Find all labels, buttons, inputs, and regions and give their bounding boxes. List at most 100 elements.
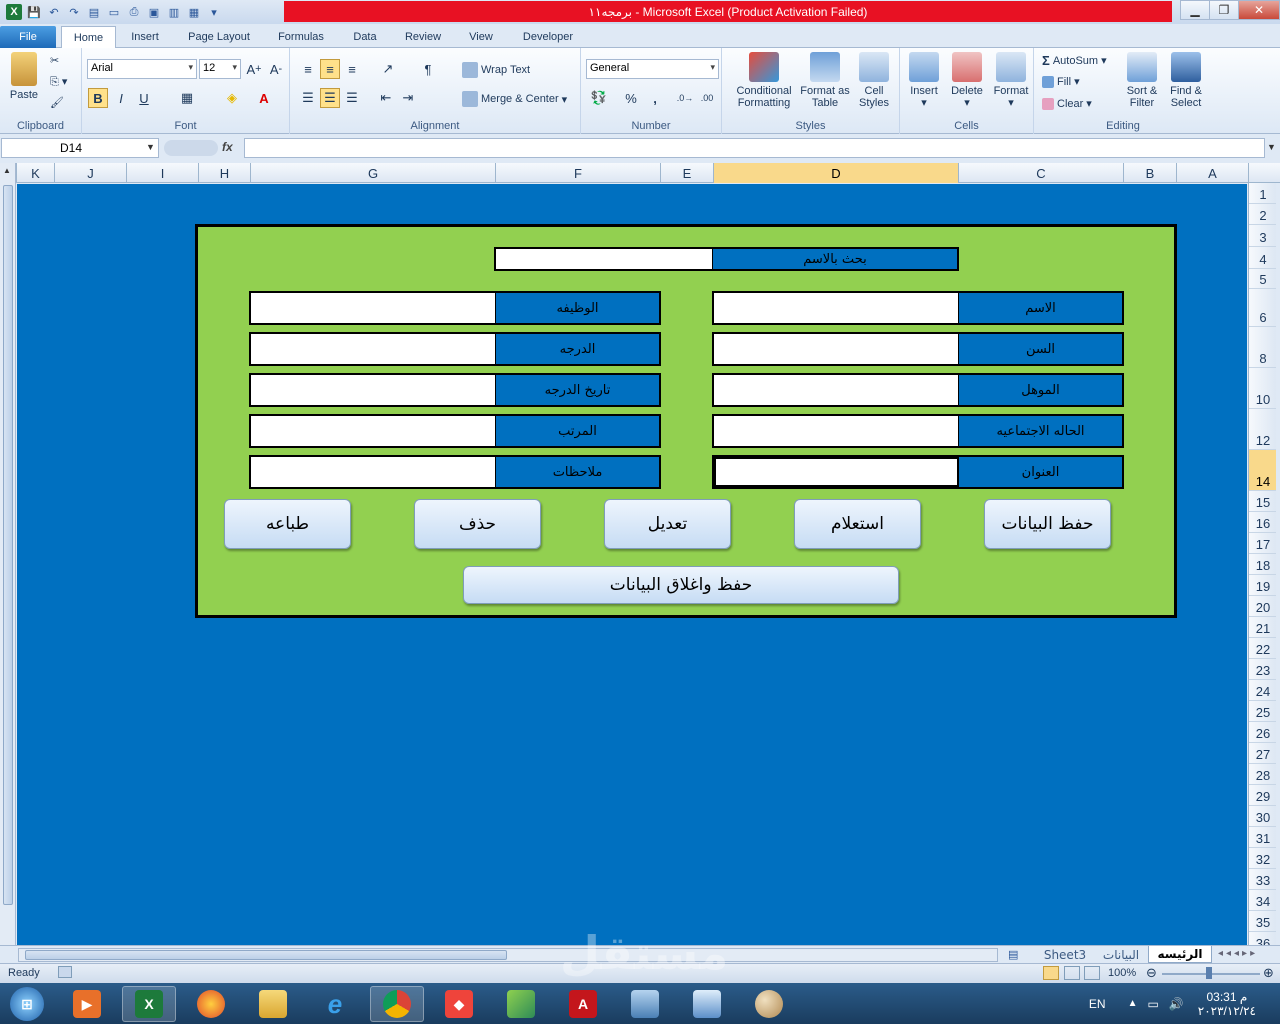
delete-button[interactable]: حذف — [414, 499, 541, 549]
row-header[interactable]: 19 — [1249, 575, 1276, 596]
taskbar-excel[interactable]: X — [122, 986, 176, 1022]
chart-icon[interactable]: ▥ — [166, 4, 182, 20]
align-center-icon[interactable]: ☰ — [320, 88, 340, 108]
row-header[interactable]: 20 — [1249, 596, 1276, 617]
zoom-slider-thumb[interactable] — [1206, 967, 1212, 979]
row-header[interactable]: 18 — [1249, 554, 1276, 575]
horizontal-scroll-thumb[interactable] — [25, 950, 507, 960]
row-header[interactable]: 25 — [1249, 701, 1276, 722]
shrink-font-icon[interactable]: A- — [266, 59, 286, 79]
notes-input[interactable] — [251, 457, 496, 487]
format-as-table-button[interactable]: Format as Table — [800, 52, 850, 109]
search-input[interactable] — [496, 249, 713, 269]
page-layout-view-icon[interactable] — [1064, 966, 1080, 980]
delete-cells-button[interactable]: Delete ▾ — [946, 52, 988, 109]
clock[interactable]: 03:31 م ٢٠٢٣/١٢/٢٤ — [1198, 990, 1256, 1018]
row-header[interactable]: 32 — [1249, 848, 1276, 869]
sheet-tab-data[interactable]: البيانات — [1094, 946, 1148, 963]
align-right-icon[interactable]: ☰ — [342, 88, 362, 108]
row-header[interactable]: 16 — [1249, 512, 1276, 533]
row-header[interactable]: 30 — [1249, 806, 1276, 827]
row-header[interactable]: 15 — [1249, 491, 1276, 512]
tab-insert[interactable]: Insert — [122, 26, 168, 48]
comma-button[interactable]: , — [645, 88, 665, 108]
column-header[interactable]: C — [958, 163, 1123, 183]
taskbar-puzzle-app[interactable] — [494, 986, 548, 1022]
underline-button[interactable]: U — [134, 88, 154, 108]
format-painter-icon[interactable]: 🖌 — [50, 96, 64, 109]
redo-icon[interactable]: ↷ — [66, 4, 82, 20]
row-header[interactable]: 31 — [1249, 827, 1276, 848]
row-header[interactable]: 23 — [1249, 659, 1276, 680]
clear-button[interactable]: Clear ▾ — [1042, 97, 1092, 110]
sheet-tab-main[interactable]: الرئيسه — [1148, 946, 1212, 963]
italic-button[interactable]: I — [111, 88, 131, 108]
print-preview-icon[interactable]: ⎙ — [126, 4, 142, 20]
orientation-icon[interactable]: ↗ — [378, 59, 398, 79]
format-painter-icon[interactable]: ▤ — [86, 4, 102, 20]
conditional-formatting-button[interactable]: Conditional Formatting — [728, 52, 800, 109]
name-input[interactable] — [714, 293, 959, 323]
row-header[interactable]: 26 — [1249, 722, 1276, 743]
increase-decimal-icon[interactable]: .0→ — [675, 88, 695, 108]
row-header[interactable]: 5 — [1249, 269, 1276, 289]
sheet-tab-sheet3[interactable]: Sheet3 — [1036, 946, 1094, 963]
restore-icon[interactable]: ❐ — [1209, 0, 1239, 20]
start-button[interactable]: ⊞ — [0, 986, 54, 1022]
taskbar-anydesk[interactable]: ◆ — [432, 986, 486, 1022]
paste-button[interactable]: Paste — [4, 52, 44, 101]
row-header[interactable]: 33 — [1249, 869, 1276, 890]
salary-input[interactable] — [251, 416, 496, 446]
sheet-nav-icon[interactable]: ◂◂◂▸▸ — [1218, 948, 1258, 959]
column-header[interactable]: J — [54, 163, 126, 183]
wrap-text-button[interactable]: Wrap Text — [462, 62, 530, 78]
grow-font-icon[interactable]: A + — [244, 59, 264, 79]
qualification-input[interactable] — [714, 375, 959, 405]
close-icon[interactable]: ✕ — [1238, 0, 1280, 20]
fill-color-icon[interactable]: ◈ — [222, 88, 242, 108]
show-hidden-icons-icon[interactable]: ▲ — [1128, 998, 1138, 1009]
row-header[interactable]: 24 — [1249, 680, 1276, 701]
cut-icon[interactable]: ✂ — [50, 54, 59, 67]
font-name-select[interactable]: Arial — [87, 59, 197, 79]
tab-developer[interactable]: Developer — [514, 26, 582, 48]
number-format-select[interactable]: General — [586, 59, 719, 79]
column-header[interactable]: A — [1176, 163, 1248, 183]
taskbar-file-explorer[interactable] — [246, 986, 300, 1022]
fill-button[interactable]: Fill ▾ — [1042, 75, 1080, 88]
decrease-indent-icon[interactable]: ⇤ — [376, 88, 396, 108]
tab-data[interactable]: Data — [345, 26, 385, 48]
insert-function-icon[interactable]: fx — [222, 140, 233, 154]
row-header[interactable]: 8 — [1249, 327, 1276, 368]
row-header[interactable]: 21 — [1249, 617, 1276, 638]
taskbar-media-player[interactable]: ▶ — [60, 986, 114, 1022]
address-input[interactable] — [714, 457, 959, 487]
column-header[interactable]: D — [713, 163, 958, 183]
taskbar-firefox[interactable] — [184, 986, 238, 1022]
row-header[interactable]: 6 — [1249, 289, 1276, 327]
expand-formula-bar-icon[interactable]: ▼ — [1267, 142, 1276, 152]
job-input[interactable] — [251, 293, 496, 323]
query-button[interactable]: استعلام — [794, 499, 921, 549]
grade-date-input[interactable] — [251, 375, 496, 405]
sort-filter-button[interactable]: Sort & Filter — [1122, 52, 1162, 109]
formula-input[interactable] — [244, 138, 1265, 158]
network-icon[interactable]: ▭ — [1147, 997, 1158, 1011]
new-icon[interactable]: ▭ — [106, 4, 122, 20]
age-input[interactable] — [714, 334, 959, 364]
save-close-button[interactable]: حفظ واغلاق البيانات — [463, 566, 899, 604]
row-header[interactable]: 4 — [1249, 247, 1276, 269]
align-middle-icon[interactable]: ≡ — [320, 59, 340, 79]
select-all-corner[interactable] — [1248, 163, 1280, 183]
save-data-button[interactable]: حفظ البيانات — [984, 499, 1111, 549]
bold-button[interactable]: B — [88, 88, 108, 108]
column-header[interactable]: I — [126, 163, 198, 183]
tab-file[interactable]: File — [0, 26, 56, 48]
find-select-button[interactable]: Find & Select — [1164, 52, 1208, 109]
normal-view-icon[interactable] — [1043, 966, 1059, 980]
name-box-dropdown-icon[interactable]: ▼ — [146, 142, 155, 152]
zoom-in-icon[interactable]: ⊕ — [1263, 965, 1274, 981]
name-box[interactable]: D14 — [1, 138, 159, 158]
taskbar-acrobat[interactable]: A — [556, 986, 610, 1022]
column-header[interactable]: E — [660, 163, 713, 183]
